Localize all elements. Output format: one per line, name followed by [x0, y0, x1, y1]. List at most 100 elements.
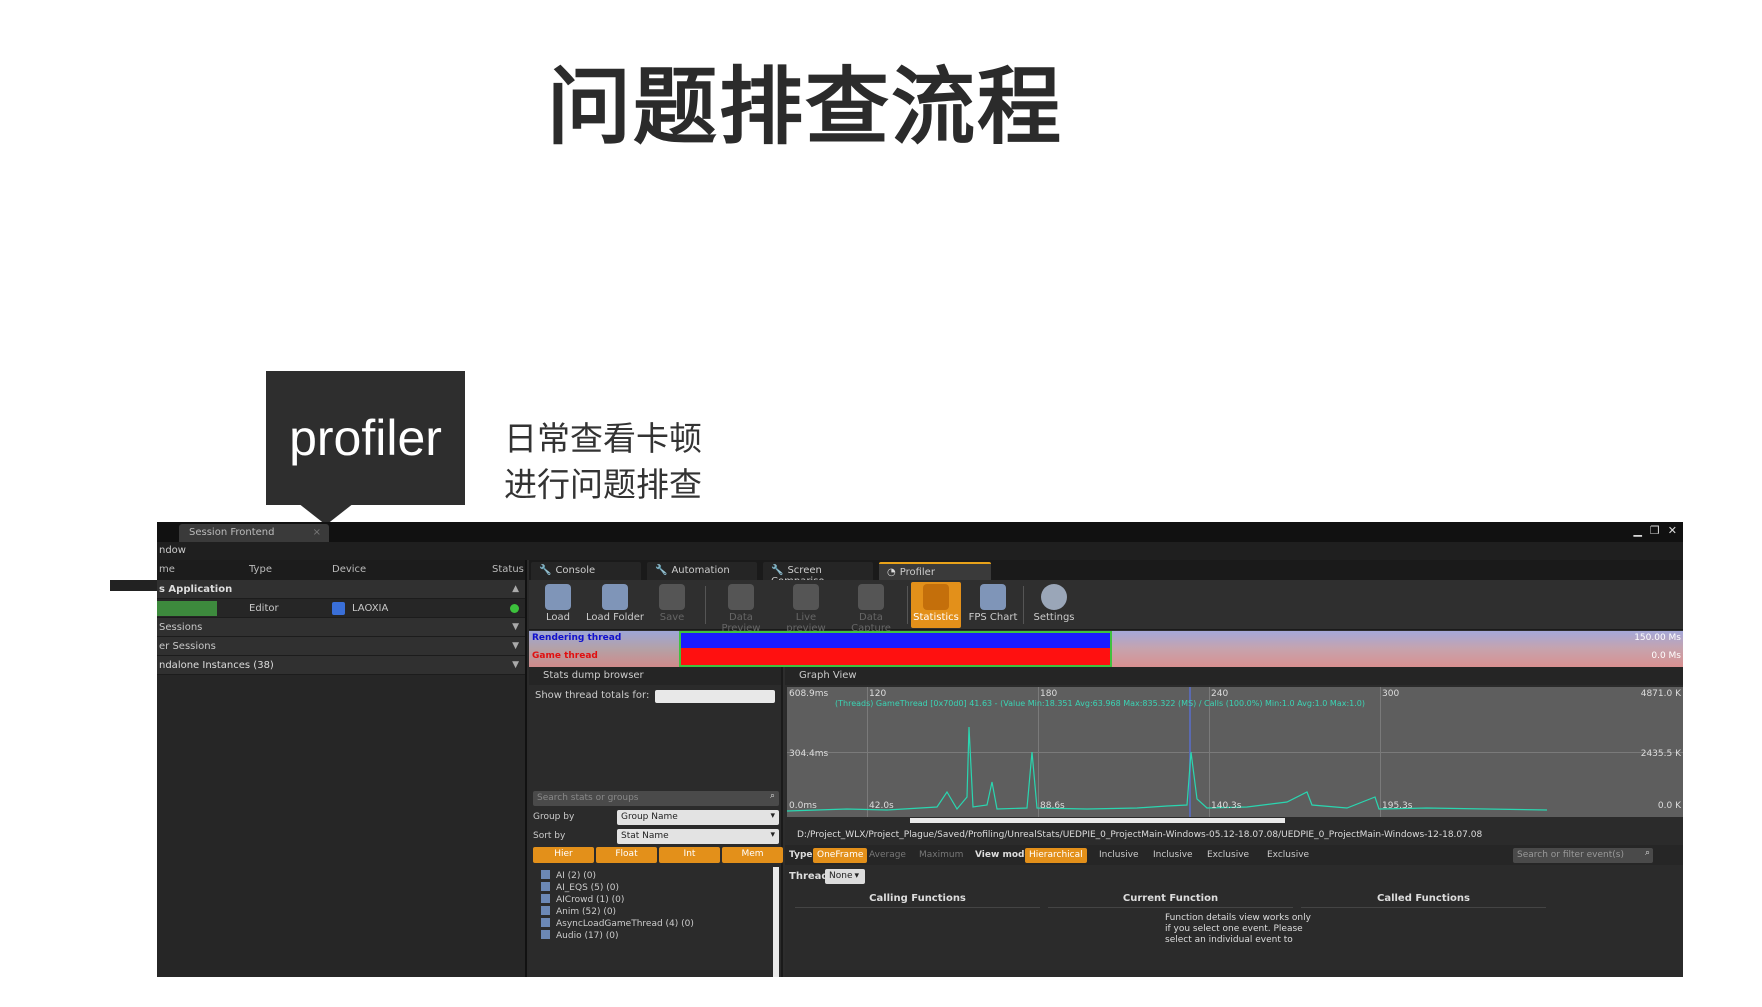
- col-type[interactable]: Type: [249, 564, 272, 575]
- menu-bar: ndow: [157, 542, 1683, 560]
- tab-console[interactable]: 🔧 Console: [531, 562, 641, 580]
- graph-caption: (Threads) GameThread [0x70d0] 41.63 - (V…: [835, 699, 1366, 708]
- session-group-row[interactable]: s Application ▲: [157, 580, 525, 599]
- close-tab-icon[interactable]: ×: [313, 527, 321, 538]
- expand-arrow-icon[interactable]: ▼: [512, 641, 519, 651]
- save-button[interactable]: Save: [645, 582, 699, 628]
- session-instance-row[interactable]: Editor LAOXIA: [157, 599, 525, 618]
- float-filter-button[interactable]: Float: [596, 847, 657, 863]
- save-icon: [659, 584, 685, 610]
- maximum-button[interactable]: Maximum: [915, 848, 967, 863]
- y-axis-mid-label: 304.4ms: [789, 749, 829, 759]
- toolbar-separator: [705, 586, 706, 624]
- stat-group-item[interactable]: AI (2) (0): [533, 870, 596, 881]
- fps-chart-button[interactable]: FPS Chart: [965, 582, 1021, 628]
- fps-chart-icon: [980, 584, 1006, 610]
- button-label: Load Folder: [585, 612, 645, 623]
- tab-label: Profiler: [899, 567, 935, 578]
- exclusive-button[interactable]: Exclusive: [1203, 848, 1253, 863]
- x-axis-bottom-label: 195.3s: [1382, 801, 1413, 811]
- stat-group-item[interactable]: Anim (52) (0): [533, 906, 616, 917]
- inclusive-button-2[interactable]: Inclusive: [1149, 848, 1197, 863]
- thread-dropdown[interactable]: None ▾: [825, 869, 865, 884]
- calling-functions-header: Calling Functions: [795, 893, 1040, 908]
- col-name[interactable]: me: [159, 564, 175, 575]
- tab-automation[interactable]: 🔧 Automation: [647, 562, 757, 580]
- stat-group-item[interactable]: AsyncLoadGameThread (4) (0): [533, 918, 694, 929]
- search-placeholder: Search stats or groups: [537, 793, 639, 803]
- button-label: FPS Chart: [968, 612, 1018, 623]
- stat-group-item[interactable]: Audio (17) (0): [533, 930, 619, 941]
- thread-timeline[interactable]: Rendering thread Game thread 150.00 Ms 0…: [529, 631, 1683, 667]
- row-label: ndalone Instances (38): [159, 660, 274, 671]
- thread-label: Thread: [789, 871, 829, 882]
- profiler-callout: profiler: [266, 371, 465, 505]
- window-titlebar: Session Frontend × ▁ ❐ ✕: [157, 522, 1683, 542]
- minimize-icon[interactable]: ▁: [1633, 524, 1641, 537]
- stat-group-icon: [541, 918, 550, 927]
- callout-description: 日常查看卡顿 进行问题排查: [504, 416, 702, 508]
- inclusive-button[interactable]: Inclusive: [1095, 848, 1143, 863]
- expand-arrow-icon[interactable]: ▼: [512, 622, 519, 632]
- restore-icon[interactable]: ❐: [1650, 524, 1660, 537]
- sort-by-label: Sort by: [533, 831, 566, 841]
- load-button[interactable]: Load: [531, 582, 585, 628]
- collapse-arrow-icon[interactable]: ▲: [512, 584, 519, 594]
- tab-label: Console: [555, 565, 596, 576]
- settings-button[interactable]: Settings: [1027, 582, 1081, 628]
- pie-icon: [858, 584, 884, 610]
- tab-screen-comparison[interactable]: 🔧Screen Compariso: [763, 562, 873, 587]
- graph-scrollbar[interactable]: [910, 818, 1285, 823]
- statistics-button[interactable]: Statistics: [911, 582, 961, 628]
- expand-arrow-icon[interactable]: ▼: [512, 660, 519, 670]
- row-label: Sessions: [159, 622, 203, 633]
- tab-label: Automation: [671, 565, 730, 576]
- timeline-selected-range[interactable]: [679, 631, 1112, 667]
- stat-group-label: AI_EQS (5) (0): [556, 883, 620, 893]
- hier-filter-button[interactable]: Hier: [533, 847, 594, 863]
- game-thread-label: Game thread: [532, 651, 598, 661]
- x-axis-top-label: 180: [1040, 689, 1058, 699]
- session-frontend-tab[interactable]: Session Frontend ×: [179, 524, 329, 542]
- thread-totals-input[interactable]: [655, 690, 775, 703]
- group-by-dropdown[interactable]: Group Name: [617, 810, 779, 825]
- hierarchical-button[interactable]: Hierarchical: [1025, 848, 1087, 863]
- profiler-icon: ◔: [887, 567, 896, 578]
- stats-scrollbar[interactable]: [773, 867, 779, 977]
- tab-strip: 🔧Console 🔧Automation 🔧Screen Compariso ◔…: [529, 560, 1683, 587]
- right-axis-mid-label: 2435.5 K: [1640, 749, 1681, 759]
- tab-profiler[interactable]: ◔ Profiler: [879, 562, 991, 580]
- bar-chart-icon: [923, 584, 949, 610]
- right-axis-max-label: 4871.0 K: [1640, 689, 1681, 699]
- thread-totals-label: Show thread totals for:: [535, 690, 650, 701]
- average-button[interactable]: Average: [865, 848, 910, 863]
- device-icon: [332, 602, 345, 615]
- button-label: Save: [659, 612, 685, 623]
- toolbar-separator: [1023, 586, 1024, 624]
- session-group-row[interactable]: er Sessions ▼: [157, 637, 525, 656]
- int-filter-button[interactable]: Int: [659, 847, 720, 863]
- oneframe-button[interactable]: OneFrame: [813, 848, 868, 863]
- stats-search-input[interactable]: Search stats or groups ⌕: [533, 791, 779, 806]
- data-capture-button[interactable]: Data Capture: [839, 582, 903, 634]
- session-group-row[interactable]: Sessions ▼: [157, 618, 525, 637]
- menu-window[interactable]: ndow: [159, 545, 186, 556]
- toolbar-separator: [907, 586, 908, 624]
- col-status[interactable]: Status: [492, 564, 524, 575]
- data-preview-button[interactable]: Data Preview: [709, 582, 773, 634]
- live-preview-button[interactable]: Live preview: [775, 582, 837, 634]
- stat-group-item[interactable]: AICrowd (1) (0): [533, 894, 624, 905]
- event-filter-input[interactable]: Search or filter event(s) ⌕: [1513, 848, 1653, 863]
- mem-filter-button[interactable]: Mem: [722, 847, 783, 863]
- close-icon[interactable]: ✕: [1668, 524, 1677, 537]
- session-frontend-window: Session Frontend × ▁ ❐ ✕ ndow me Type Devi…: [157, 522, 1683, 977]
- exclusive-button-2[interactable]: Exclusive: [1263, 848, 1313, 863]
- stat-group-item[interactable]: AI_EQS (5) (0): [533, 882, 619, 893]
- graph-plot-area[interactable]: 608.9ms 304.4ms 0.0ms 120 180 240 300 42…: [787, 687, 1683, 817]
- col-device[interactable]: Device: [332, 564, 366, 575]
- sort-by-dropdown[interactable]: Stat Name: [617, 829, 779, 844]
- load-folder-button[interactable]: Load Folder: [585, 582, 645, 628]
- stats-browser-title: Stats dump browser: [529, 667, 781, 685]
- thread-totals-row: Show thread totals for:: [529, 685, 781, 707]
- session-group-row[interactable]: ndalone Instances (38) ▼: [157, 656, 525, 675]
